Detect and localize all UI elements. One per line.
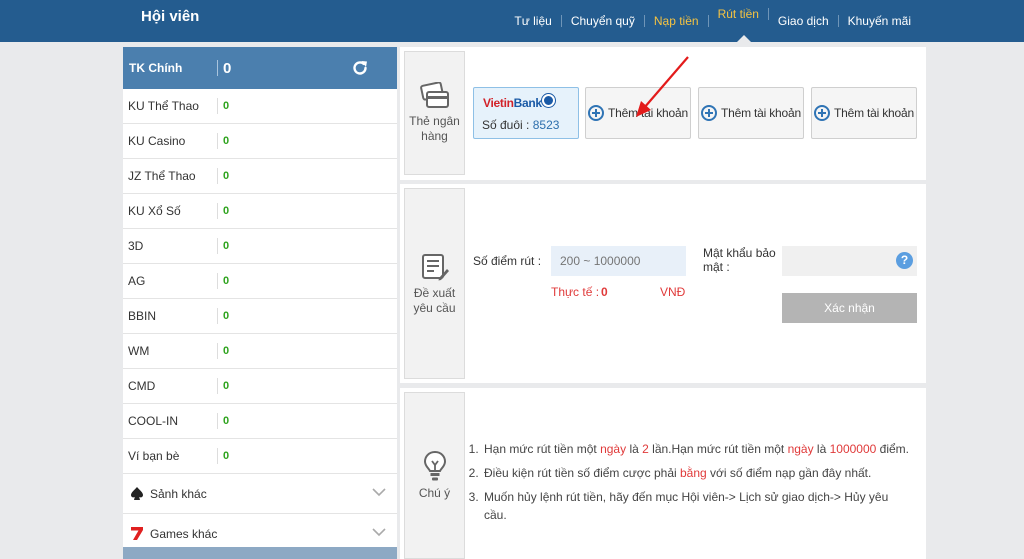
notes-tab: Chú ý <box>404 392 465 559</box>
plus-circle-icon <box>588 105 605 121</box>
account-name: KU Xổ Số <box>128 204 181 218</box>
account-suffix: Số đuôi : 8523 <box>482 118 560 132</box>
account-balance: 0 <box>223 240 230 252</box>
actual-amount-value: 0 <box>601 285 608 299</box>
vietinbank-logo-mark <box>542 94 555 107</box>
chevron-down-icon <box>372 488 386 497</box>
nav-withdraw[interactable]: Rút tiền <box>709 8 769 20</box>
account-row: Ví bạn bè 0 <box>123 439 397 474</box>
account-balance: 0 <box>223 135 230 147</box>
group-label: Sảnh khác <box>150 486 207 501</box>
add-account-button[interactable]: Thêm tài khoản <box>811 87 917 139</box>
account-name: COOL-IN <box>128 414 179 428</box>
add-account-button[interactable]: Thêm tài khoản <box>698 87 804 139</box>
security-password-label: Mật khẩu bảo mật : <box>703 246 776 274</box>
account-name: KU Casino <box>128 134 186 148</box>
account-balance: 0 <box>223 100 230 112</box>
account-row: KU Thể Thao 0 <box>123 89 397 124</box>
add-account-label: Thêm tài khoản <box>721 106 801 120</box>
note-item: Muốn hủy lệnh rút tiền, hãy đến mục Hội … <box>482 488 912 524</box>
account-row: KU Casino 0 <box>123 124 397 159</box>
account-row: JZ Thể Thao 0 <box>123 159 397 194</box>
red-arrow-annotation <box>636 56 689 117</box>
withdraw-request-section: Đề xuất yêu cầu Số điểm rút : Thực tế :0… <box>400 184 926 383</box>
account-balance: 0 <box>223 310 230 322</box>
account-balance: 0 <box>223 170 230 182</box>
account-list: KU Thể Thao 0 KU Casino 0 JZ Thể Thao 0 KU Xổ … <box>123 89 397 474</box>
account-row: KU Xổ Số 0 <box>123 194 397 229</box>
withdraw-request-tab: Đề xuất yêu cầu <box>404 188 465 379</box>
help-icon[interactable]: ? <box>896 252 913 269</box>
account-row: 3D 0 <box>123 229 397 264</box>
vietinbank-logo: VietinBank <box>483 96 542 110</box>
nav-deposit[interactable]: Nạp tiền <box>645 15 709 27</box>
withdraw-points-input[interactable] <box>551 246 686 276</box>
bank-card-tab: Thẻ ngân hàng <box>404 51 465 175</box>
account-row: WM 0 <box>123 334 397 369</box>
credit-card-icon <box>419 82 449 108</box>
notes-section: Chú ý Hạn mức rút tiền một ngày là 2 lần… <box>400 388 926 559</box>
nav-promotions[interactable]: Khuyến mãi <box>839 15 920 27</box>
account-name: WM <box>128 344 150 358</box>
account-row: COOL-IN 0 <box>123 404 397 439</box>
sidebar-footer <box>123 547 397 559</box>
section-label: Thẻ ngân hàng <box>409 114 460 143</box>
account-name: Ví bạn bè <box>128 449 180 463</box>
account-suffix-number: 8523 <box>532 118 560 132</box>
points-label: Số điểm rút : <box>473 254 542 268</box>
page-title: Hội viên <box>141 8 200 25</box>
actual-amount: Thực tế :0 <box>551 285 608 299</box>
account-name: 3D <box>128 239 144 253</box>
account-row: AG 0 <box>123 264 397 299</box>
account-row: CMD 0 <box>123 369 397 404</box>
account-balance: 0 <box>223 205 230 217</box>
account-balance: 0 <box>223 345 230 357</box>
section-label: Đề xuất yêu cầu <box>413 285 456 315</box>
nav-profile[interactable]: Tư liệu <box>505 15 562 27</box>
group-other-lobbies[interactable]: Sảnh khác <box>123 474 397 514</box>
confirm-button[interactable]: Xác nhận <box>782 293 917 323</box>
group-label: Games khác <box>150 526 218 541</box>
nav-transfer[interactable]: Chuyển quỹ <box>562 15 645 27</box>
account-name: AG <box>128 274 146 288</box>
main-account-row: TK Chính 0 <box>123 47 397 89</box>
account-name: BBIN <box>128 309 157 323</box>
spade-icon <box>130 487 144 500</box>
bank-card-section: Thẻ ngân hàng VietinBank Số đuôi : 8523 … <box>400 47 926 180</box>
account-name: CMD <box>128 379 156 393</box>
nav-transactions[interactable]: Giao dịch <box>769 15 839 27</box>
currency-label: VNĐ <box>660 285 686 299</box>
vietinbank-card[interactable]: VietinBank Số đuôi : 8523 <box>473 87 579 139</box>
add-account-label: Thêm tài khoản <box>834 106 914 120</box>
main-account-label: TK Chính <box>129 61 183 75</box>
plus-circle-icon <box>701 105 718 121</box>
lightbulb-icon <box>423 450 446 481</box>
main-nav: Tư liệu Chuyển quỹ Nạp tiền Rút tiền Gia… <box>505 0 920 42</box>
account-name: JZ Thể Thao <box>128 169 196 183</box>
top-bar: Hội viên Tư liệu Chuyển quỹ Nạp tiền Rút… <box>0 0 1024 42</box>
refresh-icon[interactable] <box>350 58 370 78</box>
note-item: Hạn mức rút tiền một ngày là 2 lần.Hạn m… <box>482 440 912 458</box>
main-account-balance: 0 <box>223 59 232 77</box>
seven-icon <box>130 527 144 540</box>
account-balance: 0 <box>223 450 230 462</box>
balance-sidebar: TK Chính 0 KU Thể Thao 0 KU Casino 0 JZ Thể … <box>123 47 397 559</box>
chevron-down-icon <box>372 528 386 537</box>
account-balance: 0 <box>223 380 230 392</box>
section-label: Chú ý <box>418 486 451 500</box>
notes-list: Hạn mức rút tiền một ngày là 2 lần.Hạn m… <box>482 440 912 530</box>
note-item: Điều kiện rút tiền số điểm cược phải bằn… <box>482 464 912 482</box>
plus-circle-icon <box>814 105 831 121</box>
account-row: BBIN 0 <box>123 299 397 334</box>
account-balance: 0 <box>223 415 230 427</box>
account-balance: 0 <box>223 275 230 287</box>
form-edit-icon <box>421 253 449 280</box>
active-tab-caret <box>737 35 751 42</box>
account-name: KU Thể Thao <box>128 99 199 113</box>
